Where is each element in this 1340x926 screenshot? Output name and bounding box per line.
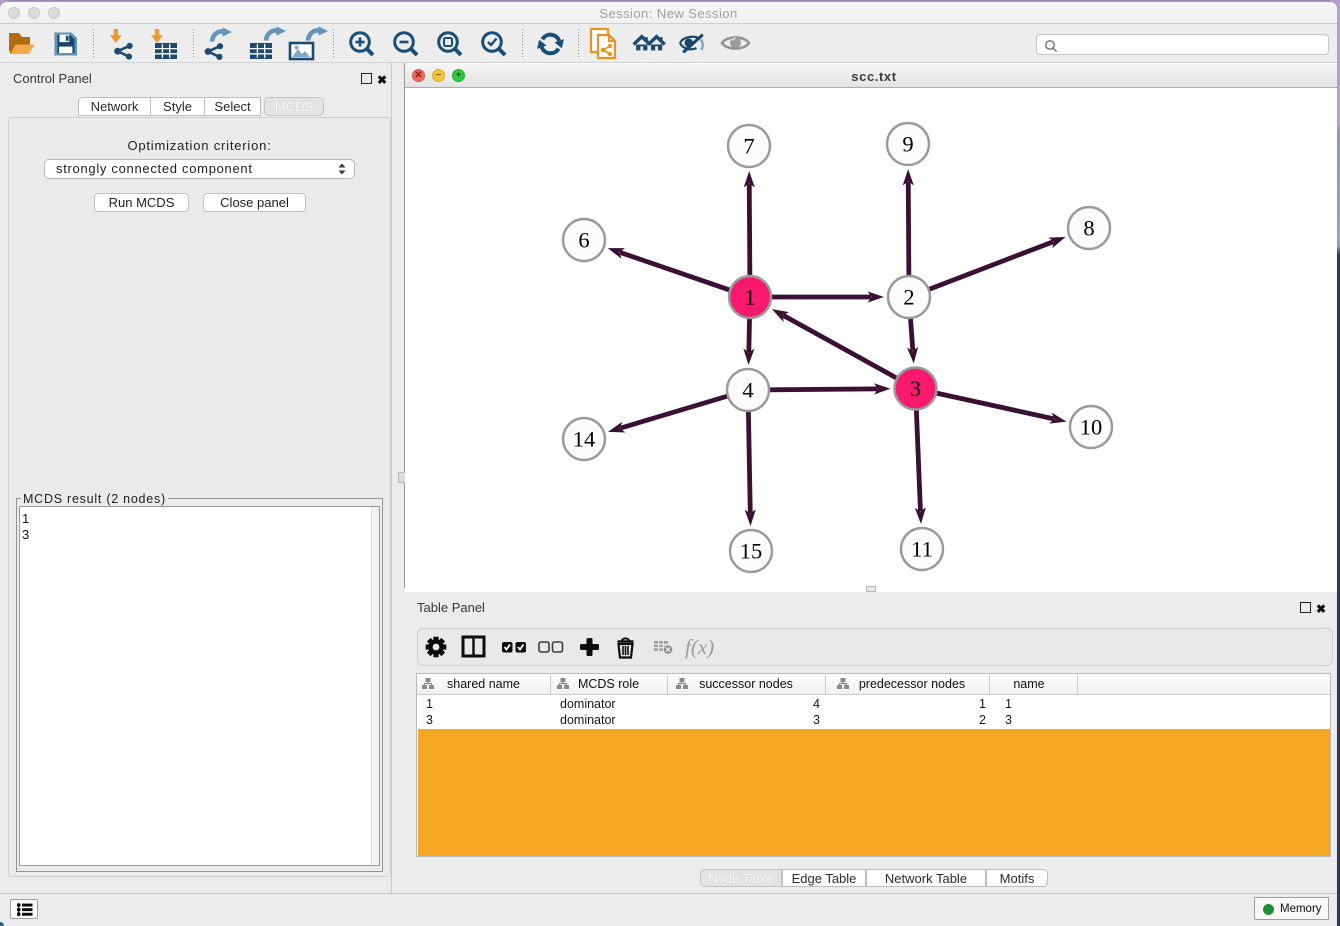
svg-text:3: 3 <box>910 376 921 401</box>
svg-text:11: 11 <box>911 537 933 562</box>
svg-text:15: 15 <box>740 539 763 564</box>
svg-text:7: 7 <box>743 134 754 159</box>
svg-text:1: 1 <box>744 285 755 310</box>
svg-text:10: 10 <box>1080 415 1103 440</box>
svg-text:9: 9 <box>902 132 913 157</box>
svg-text:2: 2 <box>903 285 914 310</box>
svg-text:14: 14 <box>573 427 596 452</box>
svg-text:6: 6 <box>578 228 589 253</box>
svg-text:4: 4 <box>742 378 753 403</box>
svg-text:f(x): f(x) <box>685 635 714 659</box>
svg-text:8: 8 <box>1083 216 1094 241</box>
